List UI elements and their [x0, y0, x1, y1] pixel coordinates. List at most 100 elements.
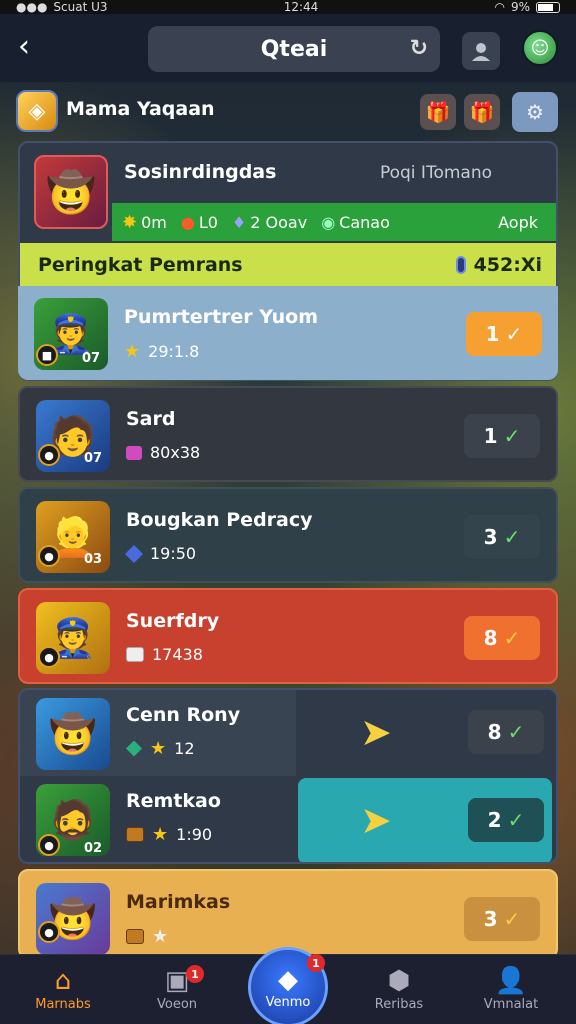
nav-profile[interactable]: 👤 Vmnalat — [456, 965, 566, 1021]
ranking-title: Peringkat Pemrans — [38, 254, 243, 276]
row-content: 🧔 ● 02 Remtkao ★ 1:90 2 ✓ — [20, 778, 556, 862]
player-name: Remtkao — [126, 790, 221, 812]
level-badge: ● — [38, 921, 60, 943]
potion-stat: ♦ 2 Ooav — [231, 212, 308, 232]
settings-button[interactable]: ⚙ — [512, 92, 558, 132]
nav-home[interactable]: ⌂ Marnabs — [8, 965, 118, 1021]
battery-percent: 9% — [510, 0, 530, 14]
chest-icon — [126, 647, 144, 662]
sub-header: ◈ Mama Yaqaan 🎁 🎁 ⚙ — [0, 86, 576, 136]
check-icon: ✓ — [503, 424, 521, 448]
level-badge: ● — [38, 834, 60, 856]
profile-button[interactable] — [462, 32, 500, 70]
rank-button[interactable]: 3 ✓ — [464, 515, 540, 559]
stats-bar: ✸ 0m ● L0 ♦ 2 Ooav ◉ Canao Aopk — [112, 203, 556, 241]
list-item[interactable]: 👮 ● Suerfdry 17438 8 ✓ — [18, 588, 558, 684]
player-name: Bougkan Pedracy — [126, 509, 313, 531]
folder-icon: ◈ — [16, 90, 58, 132]
list-item[interactable]: 🧑 ● 07 Sard 80x38 1 ✓ — [18, 386, 558, 482]
check-icon: ✓ — [503, 907, 521, 931]
cash-icon: ◉ — [321, 212, 336, 232]
pin-icon — [455, 256, 466, 274]
player-name: Suerfdry — [126, 610, 220, 632]
player-avatar: 🤠 — [36, 883, 110, 955]
cash-stat[interactable]: ◉ Canao — [321, 213, 390, 232]
apply-link[interactable]: Aopk — [498, 213, 538, 232]
list-item[interactable]: 👮 ■ 07 Pumrtertrer Yuom ★ 29:1.8 1 ✓ — [18, 286, 558, 380]
nav-play[interactable]: ◆ Venmo 1 — [248, 947, 328, 1024]
player-name: Marimkas — [126, 891, 231, 913]
row-content: 🤠 Cenn Rony ★ 12 8 ✓ — [20, 690, 556, 776]
rank-button[interactable]: 8 ✓ — [464, 616, 540, 660]
check-icon: ✓ — [503, 626, 521, 650]
back-arrow-icon[interactable]: ‹ — [18, 30, 52, 64]
player-score: ★ 1:90 — [126, 824, 212, 845]
level-badge: ● — [38, 646, 60, 668]
list-item[interactable]: 🤠 ● Marimkas ★ 3 ✓ — [18, 869, 558, 959]
gift-icon[interactable]: 🎁 — [420, 94, 456, 130]
list-item[interactable]: ➤ 🤠 Cenn Rony ★ 12 8 ✓ — [20, 690, 556, 776]
player-name: Cenn Rony — [126, 704, 241, 726]
rank-button[interactable]: 1 ✓ — [466, 312, 542, 356]
player-score: 80x38 — [126, 443, 200, 462]
chest-icon — [126, 929, 144, 944]
top-bar: ‹ Qteai ↻ ☺ — [0, 14, 576, 82]
title-pill[interactable]: Qteai ↻ — [148, 26, 440, 72]
check-icon: ✓ — [503, 525, 521, 549]
gem-icon — [124, 544, 144, 563]
ranking-banner: Peringkat Pemrans 452:Xi — [20, 243, 556, 287]
rank-button[interactable]: 3 ✓ — [464, 897, 540, 941]
refresh-icon[interactable]: ↻ — [410, 36, 428, 61]
player-score: ★ 12 — [126, 738, 195, 759]
gem-icon — [126, 445, 142, 460]
check-icon: ✓ — [507, 808, 525, 832]
section-title: Mama Yaqaan — [66, 98, 215, 120]
player-score: 17438 — [126, 645, 203, 664]
fire-icon: ● — [180, 212, 195, 232]
gear-icon: ⚙ — [526, 100, 544, 124]
check-icon: ✓ — [505, 322, 523, 346]
chest-icon — [126, 827, 144, 842]
star-icon: ✸ — [122, 211, 138, 233]
avatar[interactable]: ☺ — [522, 30, 558, 66]
list-item[interactable]: 👱 ● 03 Bougkan Pedracy 19:50 3 ✓ — [18, 487, 558, 583]
coin-stat: ✸ 0m — [122, 211, 167, 233]
player-subtitle: Poqi ITomano — [379, 163, 492, 183]
notification-badge: 1 — [186, 965, 204, 983]
nav-shop[interactable]: ▣ Voeon 1 — [122, 965, 232, 1021]
star-icon: ★ — [152, 824, 169, 845]
player-name: Sosinrdingdas — [124, 161, 277, 183]
potion-icon: ♦ — [231, 212, 247, 232]
list-item[interactable]: ➤ 🧔 ● 02 Remtkao ★ 1:90 2 ✓ — [20, 778, 556, 862]
split-panel: ➤ 🤠 Cenn Rony ★ 12 8 ✓ ➤ 🧔 ● 02 Remtkao ★ 1… — [18, 688, 558, 864]
home-icon: ⌂ — [54, 966, 72, 996]
level-badge: ● — [38, 444, 60, 466]
nav-gems[interactable]: ⬢ Reribas — [344, 965, 454, 1021]
bottom-navigation: ⌂ Marnabs ▣ Voeon 1 ◆ Venmo 1 ⬢ Reribas … — [0, 947, 576, 1024]
lives-stat: ● L0 — [180, 212, 218, 232]
player-score: ★ 29:1.8 — [124, 341, 200, 362]
player-name: Pumrtertrer Yuom — [124, 306, 319, 328]
badge-number: 07 — [84, 451, 103, 466]
rank-button[interactable]: 1 ✓ — [464, 414, 540, 458]
badge-number: 02 — [84, 841, 103, 856]
play-icon: ◆ — [278, 964, 298, 995]
player-score: ★ — [126, 926, 168, 947]
player-avatar: 🤠 — [34, 155, 108, 229]
ranking-score: 452:Xi — [455, 254, 542, 276]
rank-button[interactable]: 2 ✓ — [468, 798, 544, 842]
user-icon — [472, 43, 490, 61]
signal-icon: ●●● — [16, 0, 48, 14]
rank-button[interactable]: 8 ✓ — [468, 710, 544, 754]
gem-icon — [126, 740, 142, 757]
badge-number: 07 — [82, 351, 101, 366]
battery-icon — [535, 1, 560, 13]
player-avatar: 🤠 — [36, 698, 110, 770]
check-icon: ✓ — [507, 720, 525, 744]
carrier-label: Scuat U3 — [53, 0, 108, 14]
status-bar: ●●● Scuat U3 12:44 ◠ 9% — [0, 0, 576, 14]
gem-icon: ⬢ — [387, 966, 411, 996]
star-icon: ★ — [124, 341, 141, 362]
badge-number: 03 — [84, 552, 103, 567]
gift-box-icon[interactable]: 🎁 — [464, 94, 500, 130]
